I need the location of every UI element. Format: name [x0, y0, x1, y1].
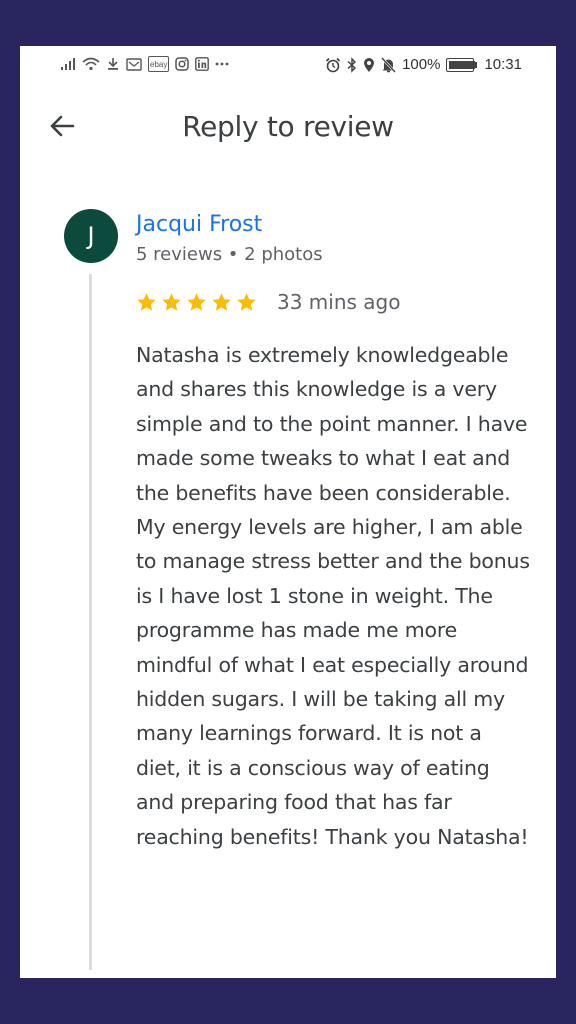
page-title: Reply to review [182, 110, 394, 143]
location-icon [363, 57, 375, 73]
reviewer-meta: 5 reviews • 2 photos [136, 244, 323, 265]
avatar[interactable]: J [64, 209, 118, 263]
status-bar: ebay 100% 10:31 [20, 46, 556, 84]
rating-row: 33 mins ago [136, 290, 401, 314]
notification-icon [126, 56, 142, 72]
star-icon [162, 292, 181, 311]
reviewer-name[interactable]: Jacqui Frost [136, 212, 262, 237]
phone-screen: ebay 100% 10:31 Reply to review J Jacqui… [20, 46, 556, 978]
star-icon [137, 292, 156, 311]
star-icon [212, 292, 231, 311]
ebay-icon: ebay [148, 56, 170, 72]
review-text: Natasha is extremely knowledgeable and s… [136, 343, 530, 849]
battery-percent: 100% [402, 56, 441, 73]
review-time: 33 mins ago [277, 290, 401, 314]
instagram-icon [175, 56, 190, 72]
status-bar-right: 100% 10:31 [325, 56, 522, 73]
clock-time: 10:31 [484, 56, 522, 73]
avatar-initial: J [87, 222, 95, 250]
signal-icon [60, 56, 76, 72]
thread-line [89, 274, 92, 970]
star-icon [237, 292, 256, 311]
wifi-icon [82, 56, 100, 72]
star-rating [136, 292, 257, 313]
star-icon [187, 292, 206, 311]
app-header: Reply to review [20, 98, 556, 154]
mute-icon [381, 56, 396, 73]
more-icon [215, 56, 229, 72]
download-icon [106, 56, 120, 72]
linkedin-icon [195, 56, 210, 72]
battery-level-fill [449, 60, 476, 69]
alarm-icon [325, 57, 341, 73]
status-bar-left: ebay [60, 56, 229, 72]
bluetooth-icon [347, 56, 357, 73]
battery-icon [446, 57, 478, 72]
